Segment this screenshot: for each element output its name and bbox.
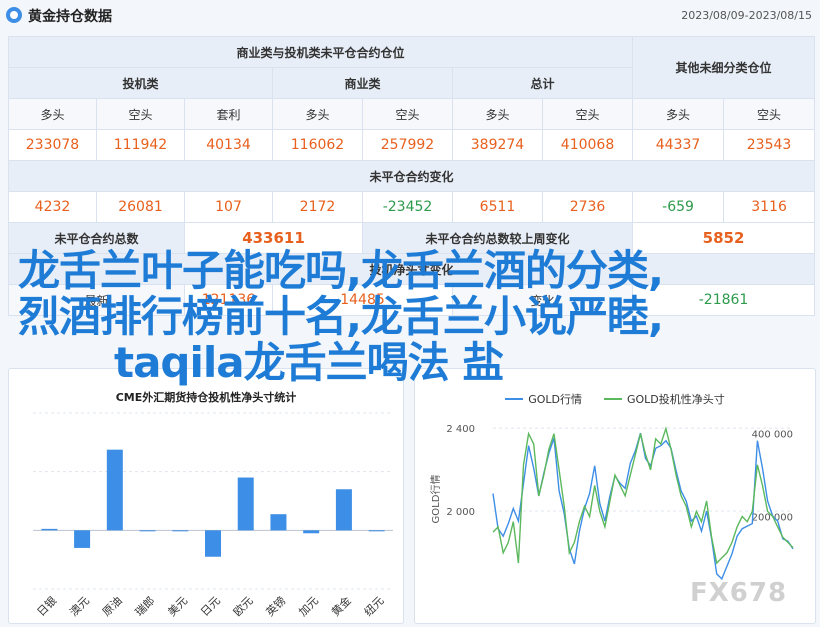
bar-美元 [172, 530, 189, 532]
spec-short-value: 111942 [96, 129, 185, 161]
net-change-value: -21861 [632, 284, 816, 316]
oi-change-label: 未平仓合约总数较上周变化 [361, 222, 634, 254]
change-value: 2172 [272, 191, 363, 223]
tick-label: 美元 [165, 594, 190, 619]
col-short: 空头 [96, 98, 185, 130]
y-right-tick: 400 000 [752, 430, 793, 441]
oi-total-label: 未平仓合约总数 [8, 222, 185, 254]
change-title: 未平仓合约变化 [7, 160, 816, 192]
bar-欧元 [237, 477, 254, 531]
bar-日银 [41, 528, 58, 531]
bar-黄金 [335, 489, 352, 531]
total-long-value: 389274 [452, 129, 543, 161]
cme-chart-panel: CME外汇期货持仓投机性净头寸统计 日银 澳元 原油 瑞郎 美元 日元 欧元 英镑 加元 黄金 纽元 [8, 368, 404, 624]
change-value: 3116 [723, 191, 816, 223]
cme-bar-chart: 日银 澳元 原油 瑞郎 美元 日元 欧元 英镑 加元 黄金 纽元 [33, 412, 393, 619]
series-line-price [492, 432, 794, 581]
tick-label: 欧元 [231, 594, 256, 619]
commercial-header: 商业类 [272, 67, 453, 99]
tick-label: 纽元 [361, 593, 386, 618]
change-value: 2736 [541, 191, 634, 223]
change-value: -659 [632, 191, 725, 223]
tick-label: 瑞郎 [132, 593, 157, 618]
positions-table: 商业类与投机类未平仓合约仓位 其他未细分类仓位 投机类 商业类 总计 多头 空头… [7, 36, 816, 316]
net-change-label: 变化 [451, 284, 634, 316]
total-header: 总计 [451, 67, 634, 99]
page-title: 黄金持仓数据 [28, 9, 112, 25]
bar-日元 [205, 530, 221, 557]
comm-short-value: 257992 [362, 129, 453, 161]
spec-long-value: 233078 [8, 129, 97, 161]
logo-icon [6, 7, 22, 23]
page-header: 黄金持仓数据 2023/08/09-2023/08/15 [0, 0, 820, 32]
other-short-value: 23543 [723, 129, 816, 161]
total-short-value: 410068 [541, 129, 634, 161]
latest-label: 最新 [8, 284, 185, 316]
col-short: 空头 [723, 98, 816, 130]
bar-纽元 [368, 530, 385, 532]
bar-加元 [303, 530, 320, 534]
bar-澳元 [74, 530, 91, 548]
other-long-value: 44337 [632, 129, 725, 161]
date-range: 2023/08/09-2023/08/15 [681, 9, 812, 22]
bar-英镑 [270, 514, 287, 531]
group-title: 商业类与投机类未平仓合约仓位 [7, 36, 634, 68]
col-long: 多头 [8, 98, 97, 130]
y-left-tick: 2 400 [446, 424, 475, 435]
spec-spread-value: 40134 [184, 129, 273, 161]
change-value: -23452 [362, 191, 453, 223]
tick-label: 日银 [34, 593, 59, 618]
change-value: 107 [184, 191, 273, 223]
watermark-logo: FX678 [690, 578, 788, 608]
oi-change-value: 5852 [632, 222, 816, 254]
tick-label: 黄金 [328, 593, 353, 618]
net-title: 投机净头寸变化 [7, 253, 816, 285]
bar-原油 [106, 449, 123, 531]
oi-total-value: 433611 [184, 222, 363, 254]
col-long: 多头 [452, 98, 543, 130]
col-long: 多头 [272, 98, 363, 130]
change-value: 6511 [452, 191, 543, 223]
tick-label: 日元 [198, 594, 223, 619]
other-title: 其他未细分类仓位 [632, 36, 816, 99]
y-left-axis-label: GOLD行情 [429, 475, 442, 524]
col-long: 多头 [632, 98, 725, 130]
latest-value: 121136 [184, 284, 273, 316]
change-value: 26081 [96, 191, 185, 223]
bar-瑞郎 [139, 530, 156, 532]
speculative-header: 投机类 [8, 67, 273, 99]
tick-label: 英镑 [263, 593, 288, 618]
col-short: 空头 [362, 98, 453, 130]
col-spread: 套利 [184, 98, 273, 130]
tick-label: 原油 [99, 593, 124, 618]
comm-long-value: 116062 [272, 129, 363, 161]
tick-label: 澳元 [67, 594, 92, 619]
y-left-tick: 2 000 [446, 507, 475, 518]
col-short: 空头 [541, 98, 634, 130]
tick-label: 加元 [296, 594, 321, 619]
mid-value: 14485 [272, 284, 453, 316]
change-value: 4232 [8, 191, 97, 223]
